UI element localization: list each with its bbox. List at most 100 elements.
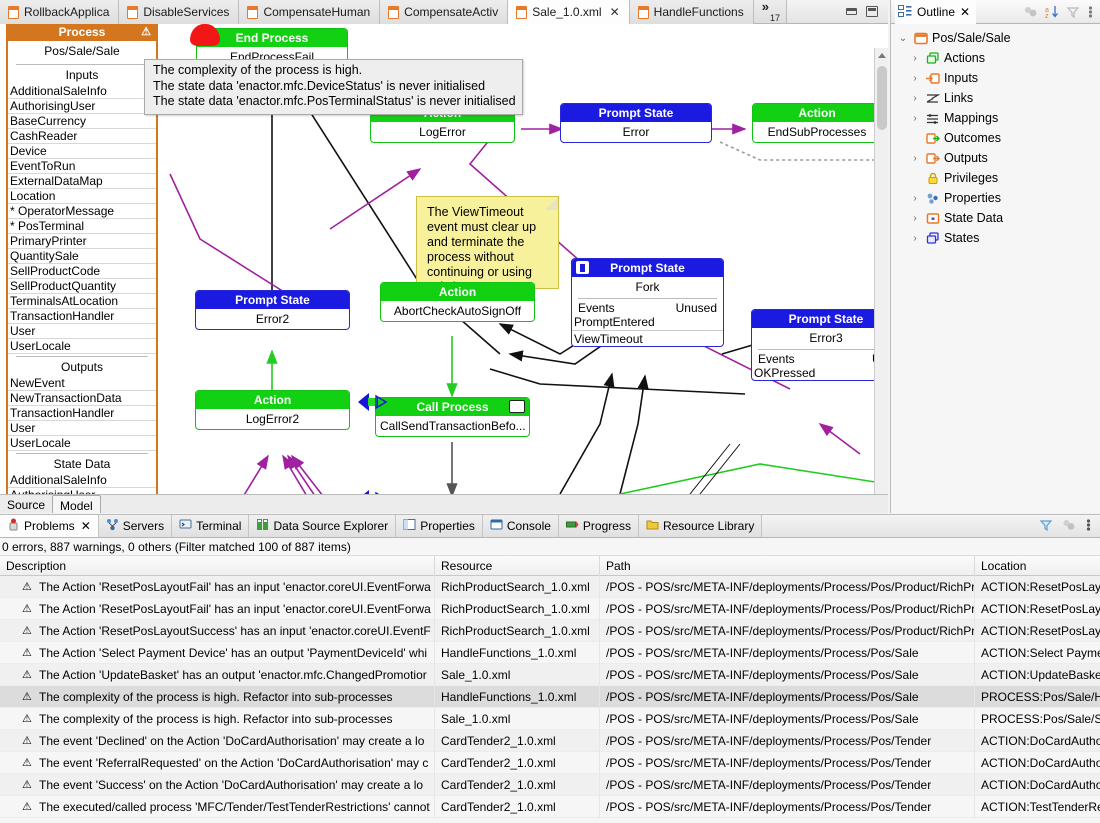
tab-servers[interactable]: Servers bbox=[98, 515, 173, 537]
close-icon[interactable]: ✕ bbox=[610, 5, 620, 19]
table-row[interactable]: ⚠ The event 'Success' on the Action 'DoCa… bbox=[0, 773, 1100, 796]
sub-process-icon bbox=[509, 400, 525, 413]
grouping-icon[interactable] bbox=[1062, 518, 1076, 535]
cell-location: ACTION:DoCardAuthori bbox=[981, 777, 1100, 792]
problems-table: Description Resource Path Location ⚠ The … bbox=[0, 555, 1100, 818]
outline-item-mappings[interactable]: › Mappings bbox=[891, 108, 1100, 128]
outline-item-outputs[interactable]: › Outputs bbox=[891, 148, 1100, 168]
table-row[interactable]: ⚠ The Action 'UpdateBasket' has an output… bbox=[0, 663, 1100, 686]
tab-label: Problems bbox=[24, 519, 75, 533]
outline-tab-label: Outline bbox=[917, 4, 956, 19]
sort-icon[interactable]: a z bbox=[1045, 5, 1059, 20]
table-row[interactable]: ⚠ The event 'Declined' on the Action 'DoC… bbox=[0, 729, 1100, 752]
outline-item-properties[interactable]: › Properties bbox=[891, 188, 1100, 208]
editor-tab-sale-1-0-xml[interactable]: Sale_1.0.xml ✕ bbox=[508, 0, 630, 24]
chevron-right-icon[interactable]: › bbox=[909, 193, 921, 204]
chevron-right-icon[interactable]: › bbox=[909, 93, 921, 104]
column-header-resource[interactable]: Resource bbox=[435, 555, 600, 576]
tab-label: Resource Library bbox=[662, 519, 755, 533]
process-group-label: Inputs bbox=[16, 64, 148, 84]
table-row[interactable]: ⚠ The Action 'Select Payment Device' has … bbox=[0, 641, 1100, 664]
table-row[interactable]: ⚠ The executed/called process 'MFC/Tender… bbox=[0, 795, 1100, 818]
tab-resource-library[interactable]: Resource Library bbox=[638, 515, 763, 537]
chevron-down-icon[interactable]: ⌄ bbox=[897, 33, 909, 44]
editor-tab-rollbackapplica[interactable]: RollbackApplica bbox=[0, 0, 120, 24]
chevron-right-icon[interactable]: › bbox=[909, 233, 921, 244]
cell-resource: CardTender2_1.0.xml bbox=[435, 795, 600, 818]
outline-item-outcomes[interactable]: Outcomes bbox=[891, 128, 1100, 148]
table-row[interactable]: ⚠ The Action 'ResetPosLayoutFail' has an … bbox=[0, 575, 1100, 598]
editor-tab-compensateactiv[interactable]: CompensateActiv bbox=[380, 0, 509, 24]
editor-tab-handlefunctions[interactable]: HandleFunctions bbox=[629, 0, 754, 24]
close-icon[interactable]: ✕ bbox=[81, 519, 91, 533]
editor-tab-compensatehuman[interactable]: CompensateHuman bbox=[239, 0, 381, 24]
tab-source[interactable]: Source bbox=[0, 495, 52, 513]
minimize-icon[interactable] bbox=[846, 8, 857, 15]
maximize-icon[interactable] bbox=[866, 6, 878, 17]
outline-item-label: Mappings bbox=[944, 111, 999, 125]
close-icon[interactable]: ✕ bbox=[960, 5, 970, 19]
chevron-right-icon[interactable]: › bbox=[909, 53, 921, 64]
filter-icon[interactable] bbox=[1039, 518, 1053, 535]
column-header-location[interactable]: Location bbox=[975, 556, 1100, 576]
table-row[interactable]: ⚠ The Action 'ResetPosLayoutSuccess' has … bbox=[0, 619, 1100, 642]
problems-icon bbox=[7, 518, 20, 534]
editor-tab-bar: RollbackApplica DisableServices Compensa… bbox=[0, 0, 888, 24]
table-row[interactable]: ⚠ The complexity of the process is high. … bbox=[0, 707, 1100, 730]
chevron-right-icon[interactable]: › bbox=[909, 153, 921, 164]
column-header-path[interactable]: Path bbox=[600, 555, 975, 576]
table-row[interactable]: ⚠ The complexity of the process is high. … bbox=[0, 685, 1100, 708]
diagram-node-error3[interactable]: Prompt State Error3 Events Unu OKPressed bbox=[751, 309, 888, 381]
process-group-label: Outputs bbox=[16, 356, 148, 376]
tab-console[interactable]: Console bbox=[482, 515, 559, 537]
column-header-description[interactable]: Description bbox=[0, 555, 435, 576]
tab-model[interactable]: Model bbox=[52, 495, 101, 513]
table-row[interactable]: ⚠ The Action 'ResetPosLayoutFail' has an … bbox=[0, 597, 1100, 620]
scroll-up-icon[interactable] bbox=[878, 53, 886, 58]
diagram-node-fork[interactable]: Prompt State Fork Events Unused PromptEn… bbox=[571, 258, 724, 347]
diagram-node-error2[interactable]: Prompt State Error2 bbox=[195, 290, 350, 330]
diagram-node-log-error2[interactable]: Action LogError2 bbox=[195, 390, 350, 430]
chevron-right-icon[interactable]: › bbox=[909, 213, 921, 224]
tab-data-source-explorer[interactable]: Data Source Explorer bbox=[249, 515, 397, 537]
warning-icon: ⚠ bbox=[22, 712, 32, 725]
diagram-node-call-send-transaction[interactable]: Call Process CallSendTransactionBefo... bbox=[375, 397, 530, 437]
tab-terminal[interactable]: Terminal bbox=[172, 515, 250, 537]
tooltip-line: The complexity of the process is high. bbox=[153, 63, 363, 77]
process-item: User bbox=[8, 421, 156, 436]
chevron-right-icon[interactable]: › bbox=[909, 73, 921, 84]
table-row[interactable]: ⚠ The event 'ReferralRequested' on the Ac… bbox=[0, 751, 1100, 774]
outline-item-privileges[interactable]: Privileges bbox=[891, 168, 1100, 188]
outline-item-label: States bbox=[944, 231, 980, 245]
process-item: AdditionalSaleInfo bbox=[8, 473, 156, 488]
view-menu-icon[interactable] bbox=[1085, 518, 1092, 535]
diagram-node-end-sub-processes[interactable]: Action EndSubProcesses bbox=[752, 103, 882, 143]
tab-outline[interactable]: Outline ✕ bbox=[895, 0, 977, 24]
outline-item-states[interactable]: › States bbox=[891, 228, 1100, 248]
cell-description: ⚠ The executed/called process 'MFC/Tender… bbox=[0, 795, 435, 818]
node-body: EndSubProcesses bbox=[767, 125, 867, 139]
chevron-right-icon[interactable]: › bbox=[909, 113, 921, 124]
diagram-sticky-note[interactable]: The ViewTimeout event must clear up and … bbox=[416, 196, 559, 289]
diagram-node-abort-check-auto-sign-off[interactable]: Action AbortCheckAutoSignOff bbox=[380, 282, 535, 322]
tab-progress[interactable]: Progress bbox=[558, 515, 639, 537]
filter-icon[interactable] bbox=[1066, 5, 1080, 19]
tab-problems[interactable]: Problems ✕ bbox=[0, 515, 99, 537]
collapse-all-icon[interactable] bbox=[1024, 5, 1038, 19]
outline-root-node[interactable]: ⌄ Pos/Sale/Sale bbox=[891, 28, 1100, 48]
tab-properties[interactable]: Properties bbox=[396, 515, 483, 537]
process-group-label: State Data bbox=[16, 453, 148, 473]
outline-item-actions[interactable]: › Actions bbox=[891, 48, 1100, 68]
process-diagram-canvas[interactable]: Process ⚠ Pos/Sale/Sale Inputs Additiona… bbox=[0, 24, 888, 494]
view-menu-icon[interactable] bbox=[1087, 5, 1094, 19]
editor-tab-overflow-button[interactable]: » 17 bbox=[753, 0, 787, 23]
outline-item-state-data[interactable]: › State Data bbox=[891, 208, 1100, 228]
diagram-node-error[interactable]: Prompt State Error bbox=[560, 103, 712, 143]
outline-item-links[interactable]: › Links bbox=[891, 88, 1100, 108]
bottom-view-tab-bar: Problems ✕ Servers Terminal Data Source bbox=[0, 515, 1100, 538]
outline-item-inputs[interactable]: › Inputs bbox=[891, 68, 1100, 88]
canvas-vertical-scrollbar[interactable] bbox=[874, 48, 888, 494]
scrollbar-thumb[interactable] bbox=[877, 66, 887, 130]
node-body: CallSendTransactionBefo... bbox=[380, 419, 526, 433]
editor-tab-disableservices[interactable]: DisableServices bbox=[119, 0, 240, 24]
